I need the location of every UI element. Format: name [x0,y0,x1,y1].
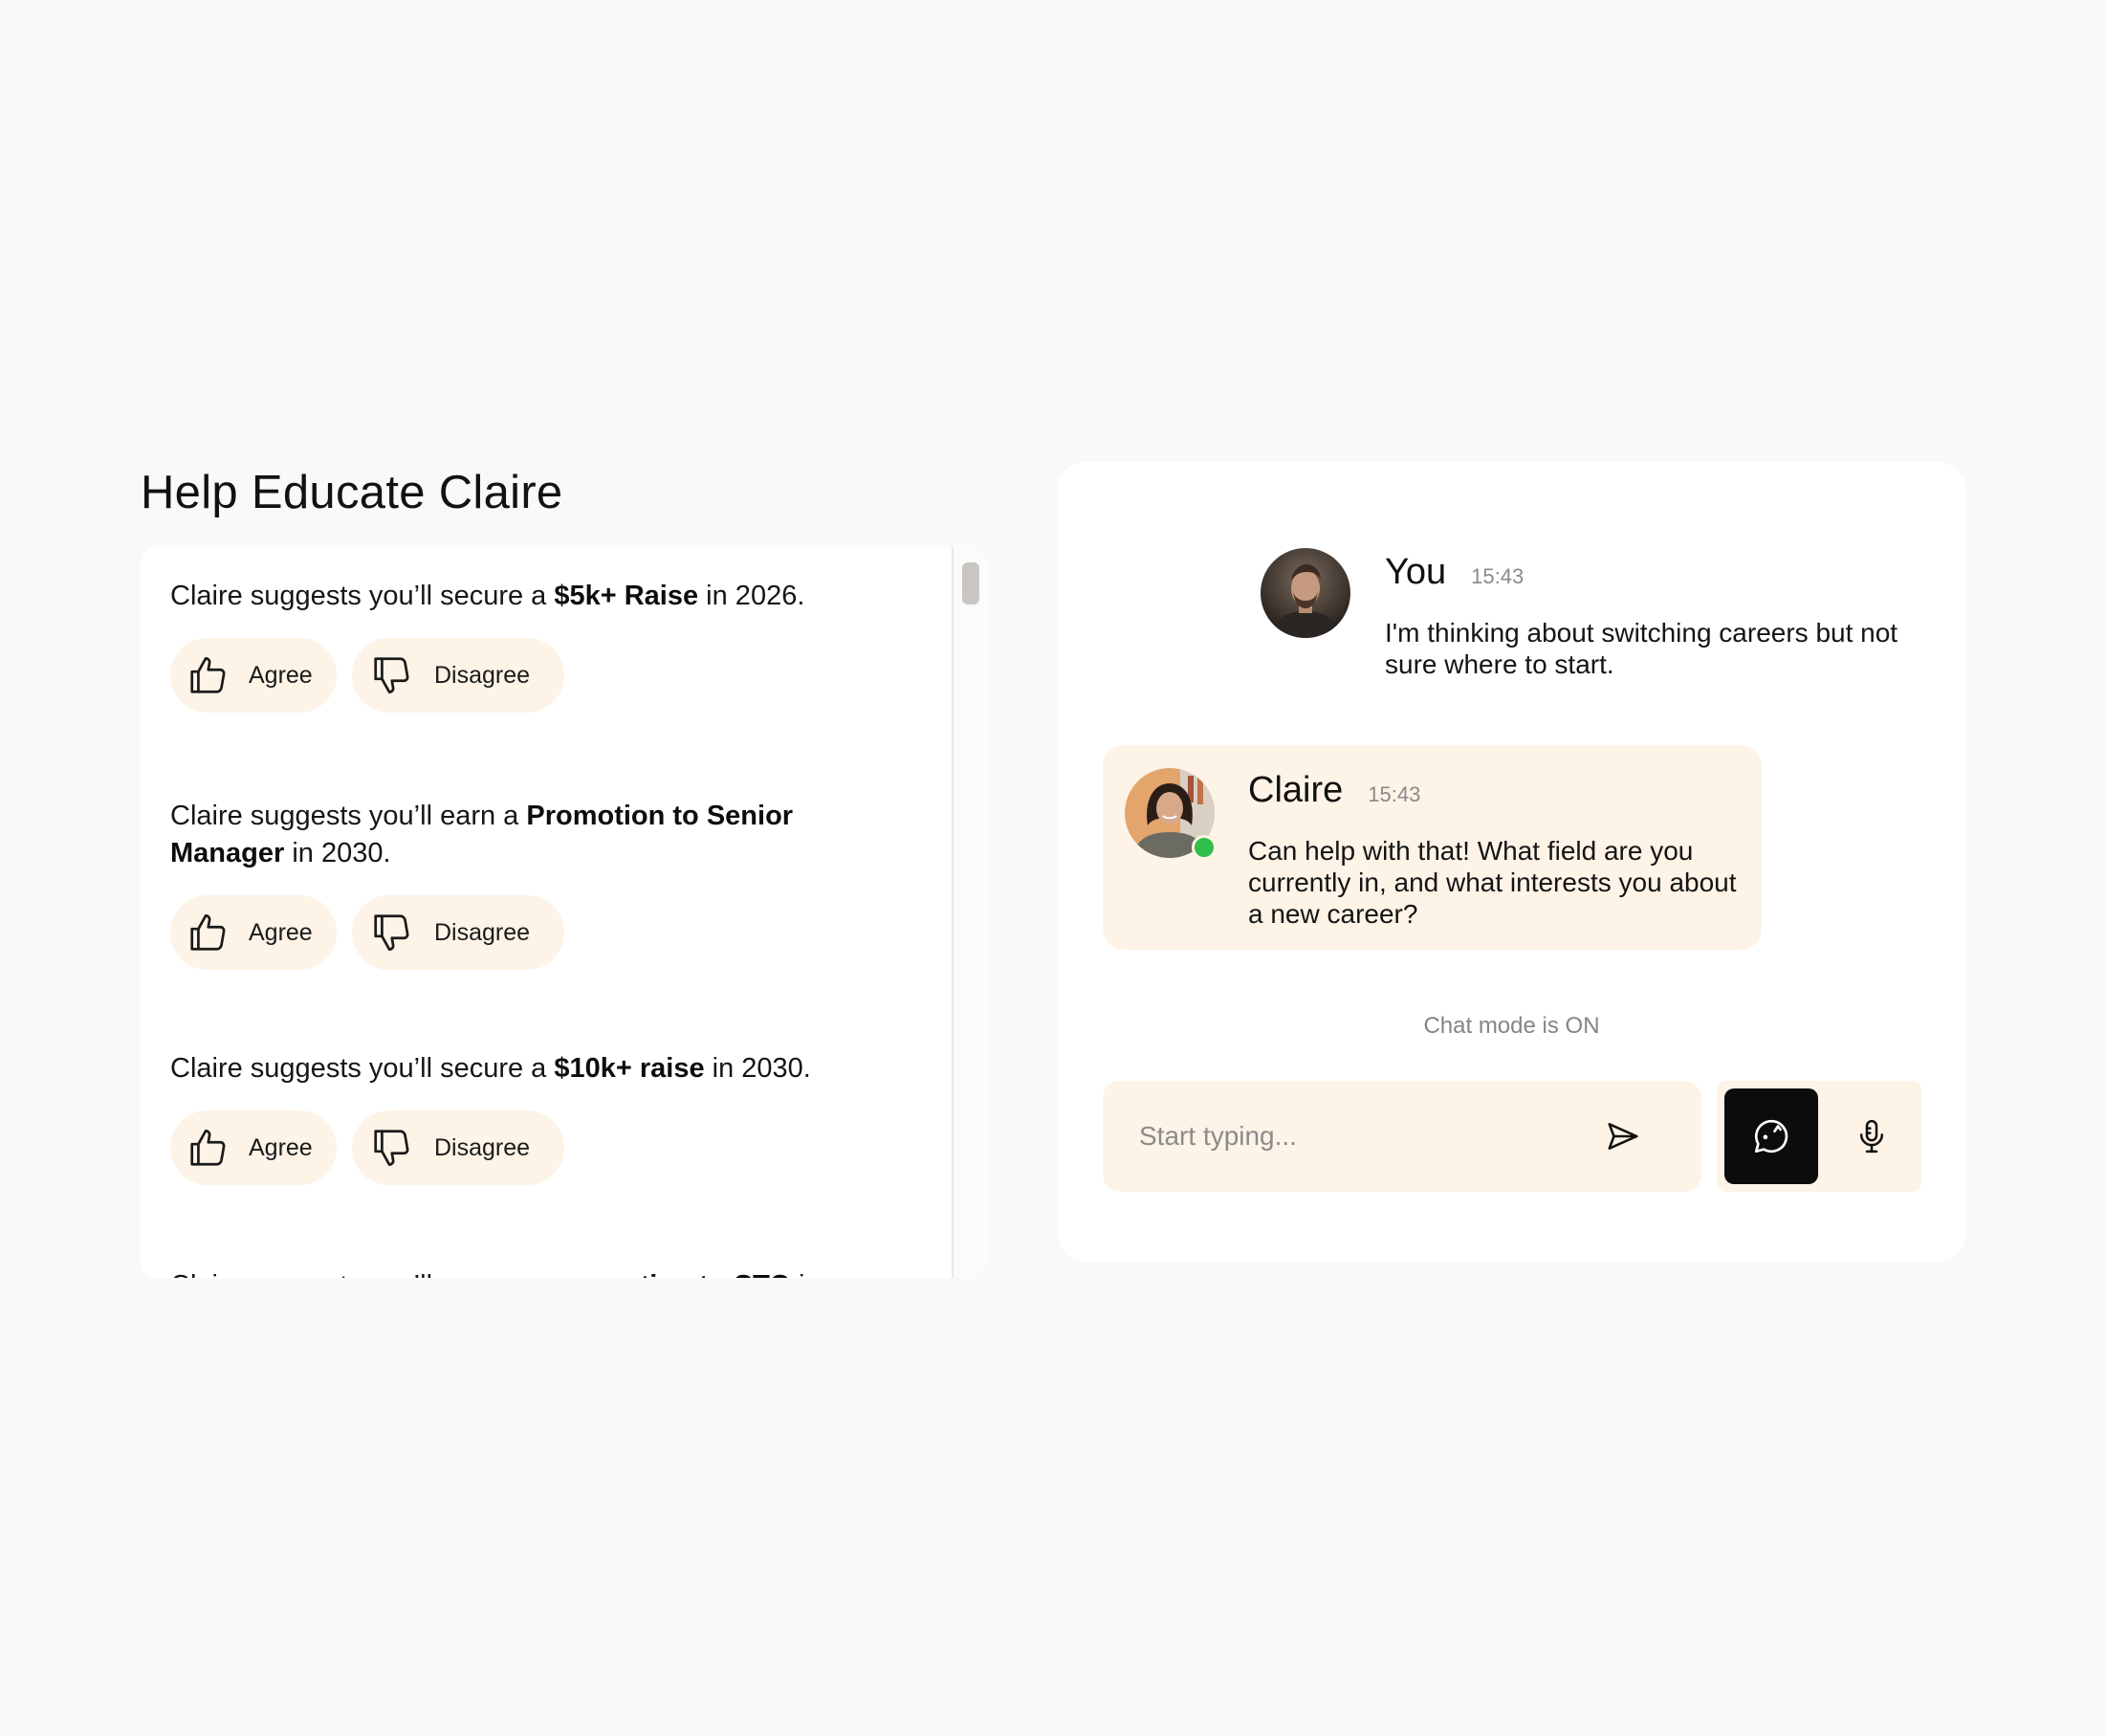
suggestions-list: Claire suggests you’ll secure a $5k+ Rai… [141,547,954,1278]
thumbs-up-icon [186,651,230,699]
scrollbar-thumb[interactable] [962,562,979,604]
suggestion-prefix: Claire suggests you’ll secure a [170,1053,555,1084]
agree-label: Agree [249,918,313,946]
send-button[interactable] [1594,1108,1652,1165]
send-icon [1608,1123,1638,1150]
agree-button[interactable]: Agree [170,1110,337,1185]
disagree-label: Disagree [434,661,531,689]
suggestion-item: Claire suggests you’ll secure a $5k+ Rai… [141,547,954,752]
user-avatar [1261,548,1350,638]
disagree-button[interactable]: Disagree [352,1110,564,1185]
vote-row: Agree Disagree [170,1110,925,1185]
chat-mode-button[interactable] [1724,1088,1818,1184]
chat-bubble-icon [1754,1119,1788,1154]
claire-avatar [1125,768,1217,860]
suggestion-text: Claire suggests you’ll earn a Promotion … [170,798,859,872]
page-title: Help Educate Claire [141,467,563,518]
sender-name: You [1385,552,1447,592]
voice-mode-button[interactable] [1830,1088,1914,1184]
message-time: 15:43 [1368,782,1421,806]
message-text: Can help with that! What field are you c… [1248,836,1737,929]
suggestion-suffix: in 2030. [704,1053,811,1084]
suggestion-text: Claire suggests you’ll secure a $5k+ Rai… [170,578,859,615]
disagree-button[interactable]: Disagree [352,638,564,713]
message-text: I'm thinking about switching careers but… [1385,618,1898,679]
message-time: 15:43 [1471,564,1525,588]
assistant-message-header: Claire 15:43 [1248,766,1420,814]
chat-panel: You 15:43 I'm thinking about switching c… [1058,462,1965,1262]
online-status-icon [1192,835,1217,860]
message-input[interactable] [1103,1107,1594,1166]
vote-row: Agree Disagree [170,895,925,970]
input-mode-toggle [1717,1081,1921,1192]
thumbs-up-icon [186,909,230,956]
thumbs-down-icon [367,909,415,956]
suggestion-prefix: Claire suggests you’ll earn a [170,801,527,831]
suggestion-suffix: in 2026. [698,581,805,611]
user-message-header: You 15:43 [1385,548,1524,596]
agree-label: Agree [249,1133,313,1161]
suggestion-text: Claire suggests you’ll secure a $10k+ ra… [170,1050,859,1088]
thumbs-down-icon [367,1124,415,1172]
suggestion-suffix: in 2030. [284,838,391,868]
suggestion-highlight: promotion to CTO [554,1270,791,1278]
thumbs-down-icon [367,651,415,699]
disagree-label: Disagree [434,918,531,946]
agree-button[interactable]: Agree [170,895,337,970]
suggestion-item: Claire suggests you’ll secure a promotio… [141,1224,954,1278]
sender-name: Claire [1248,770,1344,810]
agree-label: Agree [249,661,313,689]
suggestion-prefix: Claire suggests you’ll secure a [170,581,555,611]
suggestion-highlight: $5k+ Raise [554,581,699,611]
agree-button[interactable]: Agree [170,638,337,713]
suggestion-item: Claire suggests you’ll secure a $10k+ ra… [141,1010,954,1224]
suggestion-prefix: Claire suggests you’ll secure a [170,1270,554,1278]
scrollbar[interactable] [952,547,989,1278]
vote-row: Agree Disagree [170,638,925,713]
suggestion-item: Claire suggests you’ll earn a Promotion … [141,752,954,1010]
page: Help Educate Claire Claire suggests you’… [0,0,2106,1736]
microphone-icon [1859,1119,1884,1154]
suggestion-highlight: $10k+ raise [554,1053,705,1084]
disagree-button[interactable]: Disagree [352,895,564,970]
chat-mode-status: Chat mode is ON [1423,1013,1600,1039]
disagree-label: Disagree [434,1133,531,1161]
suggestion-text: Claire suggests you’ll secure a promotio… [170,1267,859,1278]
thumbs-up-icon [186,1124,230,1172]
suggestions-panel: Claire suggests you’ll secure a $5k+ Rai… [141,547,989,1278]
message-composer [1103,1081,1701,1192]
assistant-message: Claire 15:43 Can help with that! What fi… [1103,745,1762,950]
